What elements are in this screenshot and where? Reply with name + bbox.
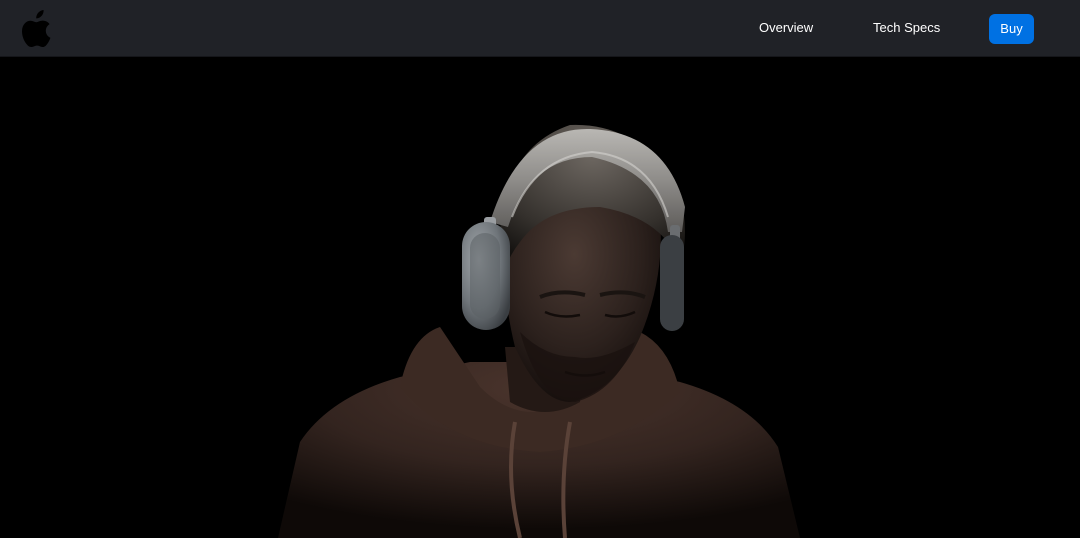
page: Overview Tech Specs Buy <box>0 0 1080 538</box>
nav-link-overview[interactable]: Overview <box>759 19 813 37</box>
top-navigation-bar: Overview Tech Specs Buy <box>0 0 1080 57</box>
hero-section <box>0 57 1080 538</box>
apple-logo-icon[interactable] <box>20 9 53 48</box>
buy-button[interactable]: Buy <box>989 14 1034 44</box>
person-wearing-headphones-icon <box>278 124 800 538</box>
nav-link-tech-specs[interactable]: Tech Specs <box>873 19 940 37</box>
